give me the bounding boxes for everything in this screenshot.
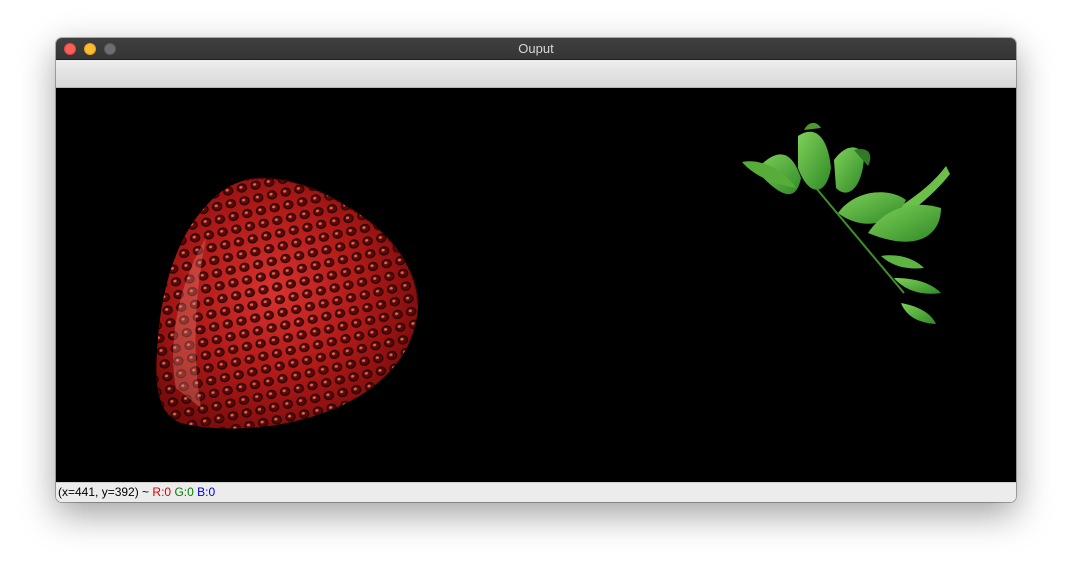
title-bar[interactable]: Ouput bbox=[56, 38, 1016, 60]
blue-value: B:0 bbox=[197, 485, 216, 499]
strawberry-body bbox=[156, 177, 419, 429]
strawberry-leaves bbox=[742, 122, 950, 324]
image-window: Ouput (x=441, y=392) ~ R:0 G:0 B:0 bbox=[56, 38, 1016, 502]
cursor-coordinates: (x=441, y=392) ~ bbox=[58, 485, 150, 499]
green-value: G:0 bbox=[174, 485, 194, 499]
window-title: Ouput bbox=[518, 41, 554, 56]
toolbar bbox=[56, 60, 1016, 88]
image-display bbox=[156, 122, 950, 429]
image-canvas[interactable] bbox=[56, 88, 1016, 482]
status-bar: (x=441, y=392) ~ R:0 G:0 B:0 bbox=[56, 482, 1016, 502]
red-value: R:0 bbox=[152, 485, 172, 499]
